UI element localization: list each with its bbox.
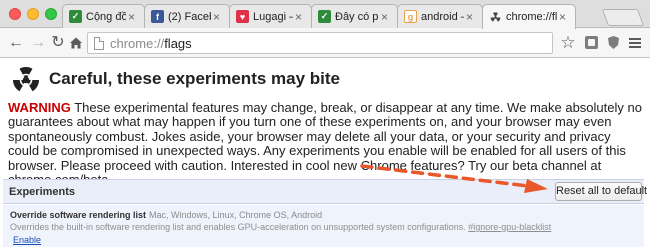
experiment-name-line: Override software rendering list Mac, Win… [10,210,322,220]
address-bar-url[interactable]: chrome://flags [110,36,192,51]
experiment-item: Override software rendering list Mac, Win… [3,205,644,247]
warning-paragraph: WARNING These experimental features may … [8,100,644,187]
tab-label: Cộng đồng [86,10,126,23]
page-icon [94,37,104,50]
close-tab-icon[interactable]: × [128,10,138,24]
reload-icon[interactable]: ↻ [48,33,68,53]
url-path: flags [164,36,192,51]
close-tab-icon[interactable]: × [466,10,476,24]
menu-icon[interactable] [625,33,645,53]
experiment-hash-link[interactable]: #ignore-gpu-blacklist [468,222,551,232]
vietnam-flag-favicon-icon: ✓ [318,10,331,23]
extension-icon[interactable] [581,33,601,53]
experiment-name: Override software rendering list [10,210,147,220]
tab-facebook[interactable]: f (2) Facebook × [144,4,230,28]
close-tab-icon[interactable]: × [213,10,223,24]
tab-cong-dong[interactable]: ✓ Cộng đồng × [62,4,145,28]
tab-label: (2) Facebook [168,10,211,23]
browser-toolbar: ← → ↻ chrome://flags ☆ [0,28,650,58]
warning-label: WARNING [8,100,71,115]
tab-day-co-phai[interactable]: ✓ Đây có phải × [311,4,398,28]
flags-page: Careful, these experiments may bite WARN… [0,59,650,247]
reset-all-button[interactable]: Reset all to default [555,182,647,201]
close-tab-icon[interactable]: × [381,10,391,24]
minimize-window-button[interactable] [27,8,39,20]
address-bar[interactable]: chrome://flags [87,32,553,54]
close-window-button[interactable] [9,8,21,20]
zoom-window-button[interactable] [45,8,57,20]
tab-android-google[interactable]: g android – Gọ × [397,4,483,28]
close-tab-icon[interactable]: × [295,10,305,24]
warning-text: These experimental features may change, … [8,100,642,186]
google-favicon-icon: g [404,10,417,23]
facebook-favicon-icon: f [151,10,164,23]
tab-lugagi[interactable]: ♥ Lugagi – Gọ × [229,4,312,28]
close-tab-icon[interactable]: × [559,10,569,24]
enable-link[interactable]: Enable [13,235,41,245]
forward-arrow-icon[interactable]: → [28,33,48,53]
tab-label: chrome://fla [506,11,557,23]
tab-label: Lugagi – Gọ [253,10,293,23]
home-icon[interactable] [66,33,86,53]
tab-label: android – Gọ [421,10,464,23]
hazard-favicon-icon [489,11,502,24]
experiment-platforms: Mac, Windows, Linux, Chrome OS, Android [149,210,323,220]
extension-shield-icon[interactable] [603,33,623,53]
page-title: Careful, these experiments may bite [49,69,341,88]
new-tab-button[interactable] [601,9,645,26]
url-scheme: chrome:// [110,36,165,51]
back-arrow-icon[interactable]: ← [6,33,26,53]
experiments-header-label: Experiments [9,186,76,198]
experiment-description-line: Overrides the built-in software renderin… [10,222,551,232]
bookmark-star-icon[interactable]: ☆ [558,33,578,53]
vietnam-flag-favicon-icon: ✓ [69,10,82,23]
tab-chrome-flags[interactable]: chrome://fla × [482,4,576,29]
radiation-hazard-icon [13,67,39,92]
tab-strip: ✓ Cộng đồng × f (2) Facebook × ♥ Lugagi … [0,0,650,29]
tab-label: Đây có phải [335,10,379,23]
lugagi-favicon-icon: ♥ [236,10,249,23]
experiment-description: Overrides the built-in software renderin… [10,222,466,232]
browser-window: ✓ Cộng đồng × f (2) Facebook × ♥ Lugagi … [0,0,650,247]
experiments-header: Experiments [3,179,644,204]
